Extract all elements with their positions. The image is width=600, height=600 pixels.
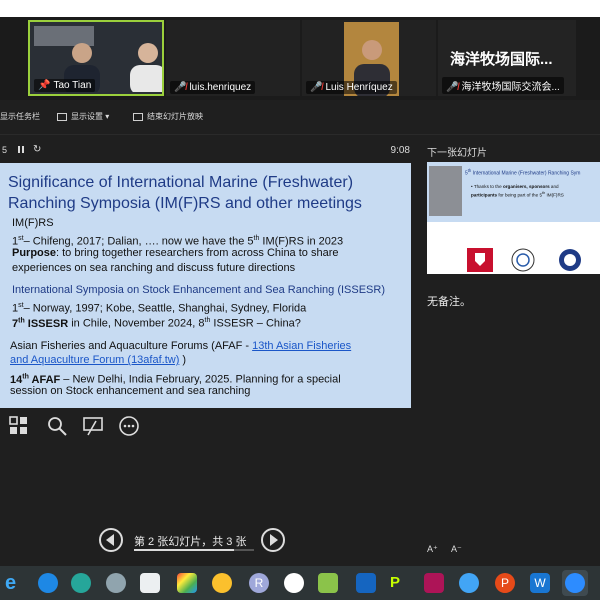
word-icon[interactable]: W [530,573,550,593]
photos-icon[interactable] [177,573,197,593]
previous-slide-button[interactable] [99,528,123,552]
edge-icon[interactable]: e [5,573,25,593]
pen-tool-icon[interactable] [82,415,104,437]
elapsed-indicator: 5 [2,145,8,155]
chat-icon[interactable] [284,573,304,593]
zoom-app-button[interactable] [562,570,588,596]
afaf-heading-2: and Aquaculture Forum (13afaf.tw) ) [10,354,187,366]
slide-title: Significance of International Marine (Fr… [8,174,362,212]
mic-muted-icon: 🎤̸ [174,82,187,93]
app-icon[interactable]: P [390,573,410,593]
imfrs-heading: IM(F)RS [12,217,54,229]
current-slide: Significance of International Marine (Fr… [0,163,411,408]
mic-muted-icon: 🎤̸ [310,82,323,93]
next-slide-label: 下一张幻灯片 [427,148,487,159]
speaker-notes: 无备注。 [427,296,471,308]
mic-muted-icon: 🎤̸ [446,82,459,93]
slide-progress-track [234,549,254,551]
issesr-heading: International Symposia on Stock Enhancem… [12,284,385,296]
top-strip [0,0,600,17]
afaf-link[interactable]: and Aquaculture Forum (13afaf.tw) [10,354,179,366]
speaker-photo [429,166,462,216]
afaf-heading: Asian Fisheries and Aquaculture Forums (… [10,340,352,352]
clock-time: 9:08 [390,145,410,156]
participant-name: 🎤̸ Luis Henríquez [306,81,397,94]
pause-icon[interactable] [18,146,24,153]
end-slideshow-button[interactable]: 结束幻灯片放映 [133,111,203,122]
participant-video-person [130,43,162,92]
app-icon[interactable] [140,573,160,593]
purpose-line-2: experiences on sea ranching and discuss … [12,262,296,274]
next-slide-button[interactable] [261,528,285,552]
app-icon[interactable] [318,573,338,593]
participant-tile-tao-tian[interactable]: 📌 Tao Tian [28,20,164,96]
participant-name: 🎤̸ 海洋牧场国际交流会... [442,77,564,94]
next-slide-title: 5th International Marine (Freshwater) Ra… [465,168,581,177]
zoom-slide-icon[interactable] [46,415,68,437]
see-all-slides-icon[interactable] [8,415,30,437]
dropbox-icon[interactable] [356,573,376,593]
r-program-icon[interactable]: R [249,573,269,593]
decrease-font-button[interactable]: A⁻ [451,544,462,555]
increase-font-button[interactable]: A⁺ [427,544,438,555]
participant-tile-marine-ranching[interactable]: 海洋牧场国际... 🎤̸ 海洋牧场国际交流会... [438,20,576,96]
powerpoint-icon[interactable]: P [495,573,515,593]
university-logo [467,248,493,272]
show-taskbar-button[interactable]: 显示任务栏 [0,111,40,122]
slide-position-text[interactable]: 第 2 张幻灯片，共 3 张 [134,533,246,549]
presenter-tools [0,413,412,439]
participant-tile-luis-henriquez-1[interactable]: 🎤̸ luis.henriquez [166,20,300,96]
more-options-icon[interactable] [118,415,140,437]
afaf-link[interactable]: 13th Asian Fisheries [252,340,351,352]
pin-icon: 📌 [38,80,51,91]
presenter-toolbar: 显示任务栏 显示设置 ▾ 结束幻灯片放映 [0,100,600,135]
participant-tile-luis-henriquez-2[interactable]: 🎤̸ Luis Henríquez [302,20,436,96]
participant-name: 📌 Tao Tian [34,79,96,92]
slide-progress-fill [134,549,234,551]
issesr-line-2: 7th ISSESR in Chile, November 2024, 8th … [12,317,301,330]
next-slide-bullet: • Thanks to the organisers, sponsors and… [471,184,564,198]
afaf-line-2: session on Stock enhancement and sea ran… [10,385,251,397]
institute-seal-logo [559,249,581,271]
society-seal-logo [511,248,535,272]
windows-taskbar: e R P P W [0,566,600,600]
participant-name: 🎤̸ luis.henriquez [170,81,256,94]
participant-display-name: 海洋牧场国际... [450,51,553,68]
app-icon[interactable] [106,573,126,593]
purpose-line: Purpose: to bring together researchers f… [12,247,339,259]
app-icon[interactable] [424,573,444,593]
display-settings-button[interactable]: 显示设置 ▾ [57,111,109,122]
app-icon[interactable] [459,573,479,593]
zoom-icon [565,573,585,593]
arrow-right-icon [270,534,278,546]
arrow-left-icon [106,534,114,546]
restart-timer-icon[interactable]: ↻ [33,144,41,155]
slide-timer-bar: 5 ↻ 9:08 [0,140,412,162]
teamviewer-icon[interactable] [38,573,58,593]
end-show-icon [133,112,143,121]
app-icon[interactable] [212,573,232,593]
participant-gallery: 📌 Tao Tian 🎤̸ luis.henriquez 🎤̸ Luis Henríq… [0,17,600,100]
next-slide-thumbnail[interactable]: 5th International Marine (Freshwater) Ra… [427,162,600,274]
app-icon[interactable] [71,573,91,593]
display-icon [57,112,67,121]
